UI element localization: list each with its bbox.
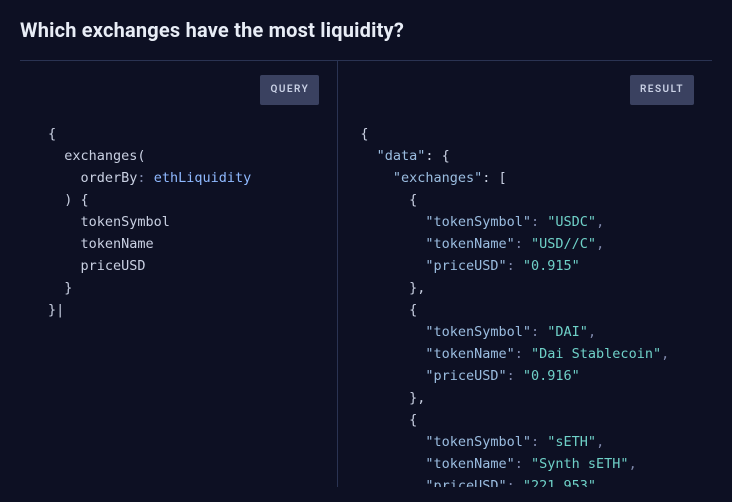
code-text: "DAI" [547,324,588,340]
query-panel[interactable]: QUERY { exchanges( orderBy: ethLiquidity… [20,61,338,487]
code-text: "tokenSymbol" [425,324,531,340]
code-text: "tokenName" [425,236,514,252]
code-text: { [360,126,368,142]
code-text: "tokenName" [425,456,514,472]
code-text: , [596,214,604,230]
code-text: tokenSymbol [81,214,170,230]
code-text: : [515,236,531,252]
result-badge: RESULT [630,75,694,105]
code-text: "tokenSymbol" [425,434,531,450]
code-text: : [ [482,170,506,186]
code-text: "USDC" [547,214,596,230]
code-text: } [48,302,56,318]
code-text: tokenName [81,236,154,252]
code-text: , [661,346,669,362]
code-text: "0.916" [523,368,580,384]
code-text: orderBy [81,170,138,186]
code-text: , [629,456,637,472]
code-text: "USD//C" [531,236,596,252]
code-text: "0.915" [523,258,580,274]
code-text: "tokenName" [425,346,514,362]
code-text: "Dai Stablecoin" [531,346,661,362]
code-text: }, [409,390,425,406]
code-text: ( [137,148,145,164]
code-text: , [588,324,596,340]
code-text: "priceUSD" [425,368,506,384]
code-text: exchanges [64,148,137,164]
panels: QUERY { exchanges( orderBy: ethLiquidity… [20,61,712,487]
code-text: : [507,368,523,384]
code-text: : [507,478,523,487]
code-text: "exchanges" [393,170,482,186]
code-text: { [409,302,417,318]
code-text: ethLiquidity [154,170,252,186]
code-text: : [137,170,153,186]
code-text: "data" [377,148,426,164]
code-text: "Synth sETH" [531,456,629,472]
code-text: : [507,258,523,274]
code-text: : [531,214,547,230]
cursor: | [56,302,64,318]
code-text: : [531,324,547,340]
code-text: priceUSD [81,258,146,274]
code-text: : [531,434,547,450]
code-text: "priceUSD" [425,478,506,487]
code-text: }, [409,280,425,296]
code-text: "221.953" [523,478,596,487]
code-text: } [64,280,72,296]
code-text: { [48,126,56,142]
code-text: "sETH" [547,434,596,450]
query-badge: QUERY [260,75,319,105]
result-panel: RESULT { "data": { "exchanges": [ { "tok… [338,61,712,487]
code-text: : [515,346,531,362]
code-text: : [515,456,531,472]
code-text: "priceUSD" [425,258,506,274]
code-text: "tokenSymbol" [425,214,531,230]
code-text: ) { [64,192,88,208]
page-title: Which exchanges have the most liquidity? [20,18,712,42]
code-text: : { [425,148,449,164]
code-text: , [596,236,604,252]
code-text: { [409,412,417,428]
code-text: , [596,434,604,450]
code-text: { [409,192,417,208]
